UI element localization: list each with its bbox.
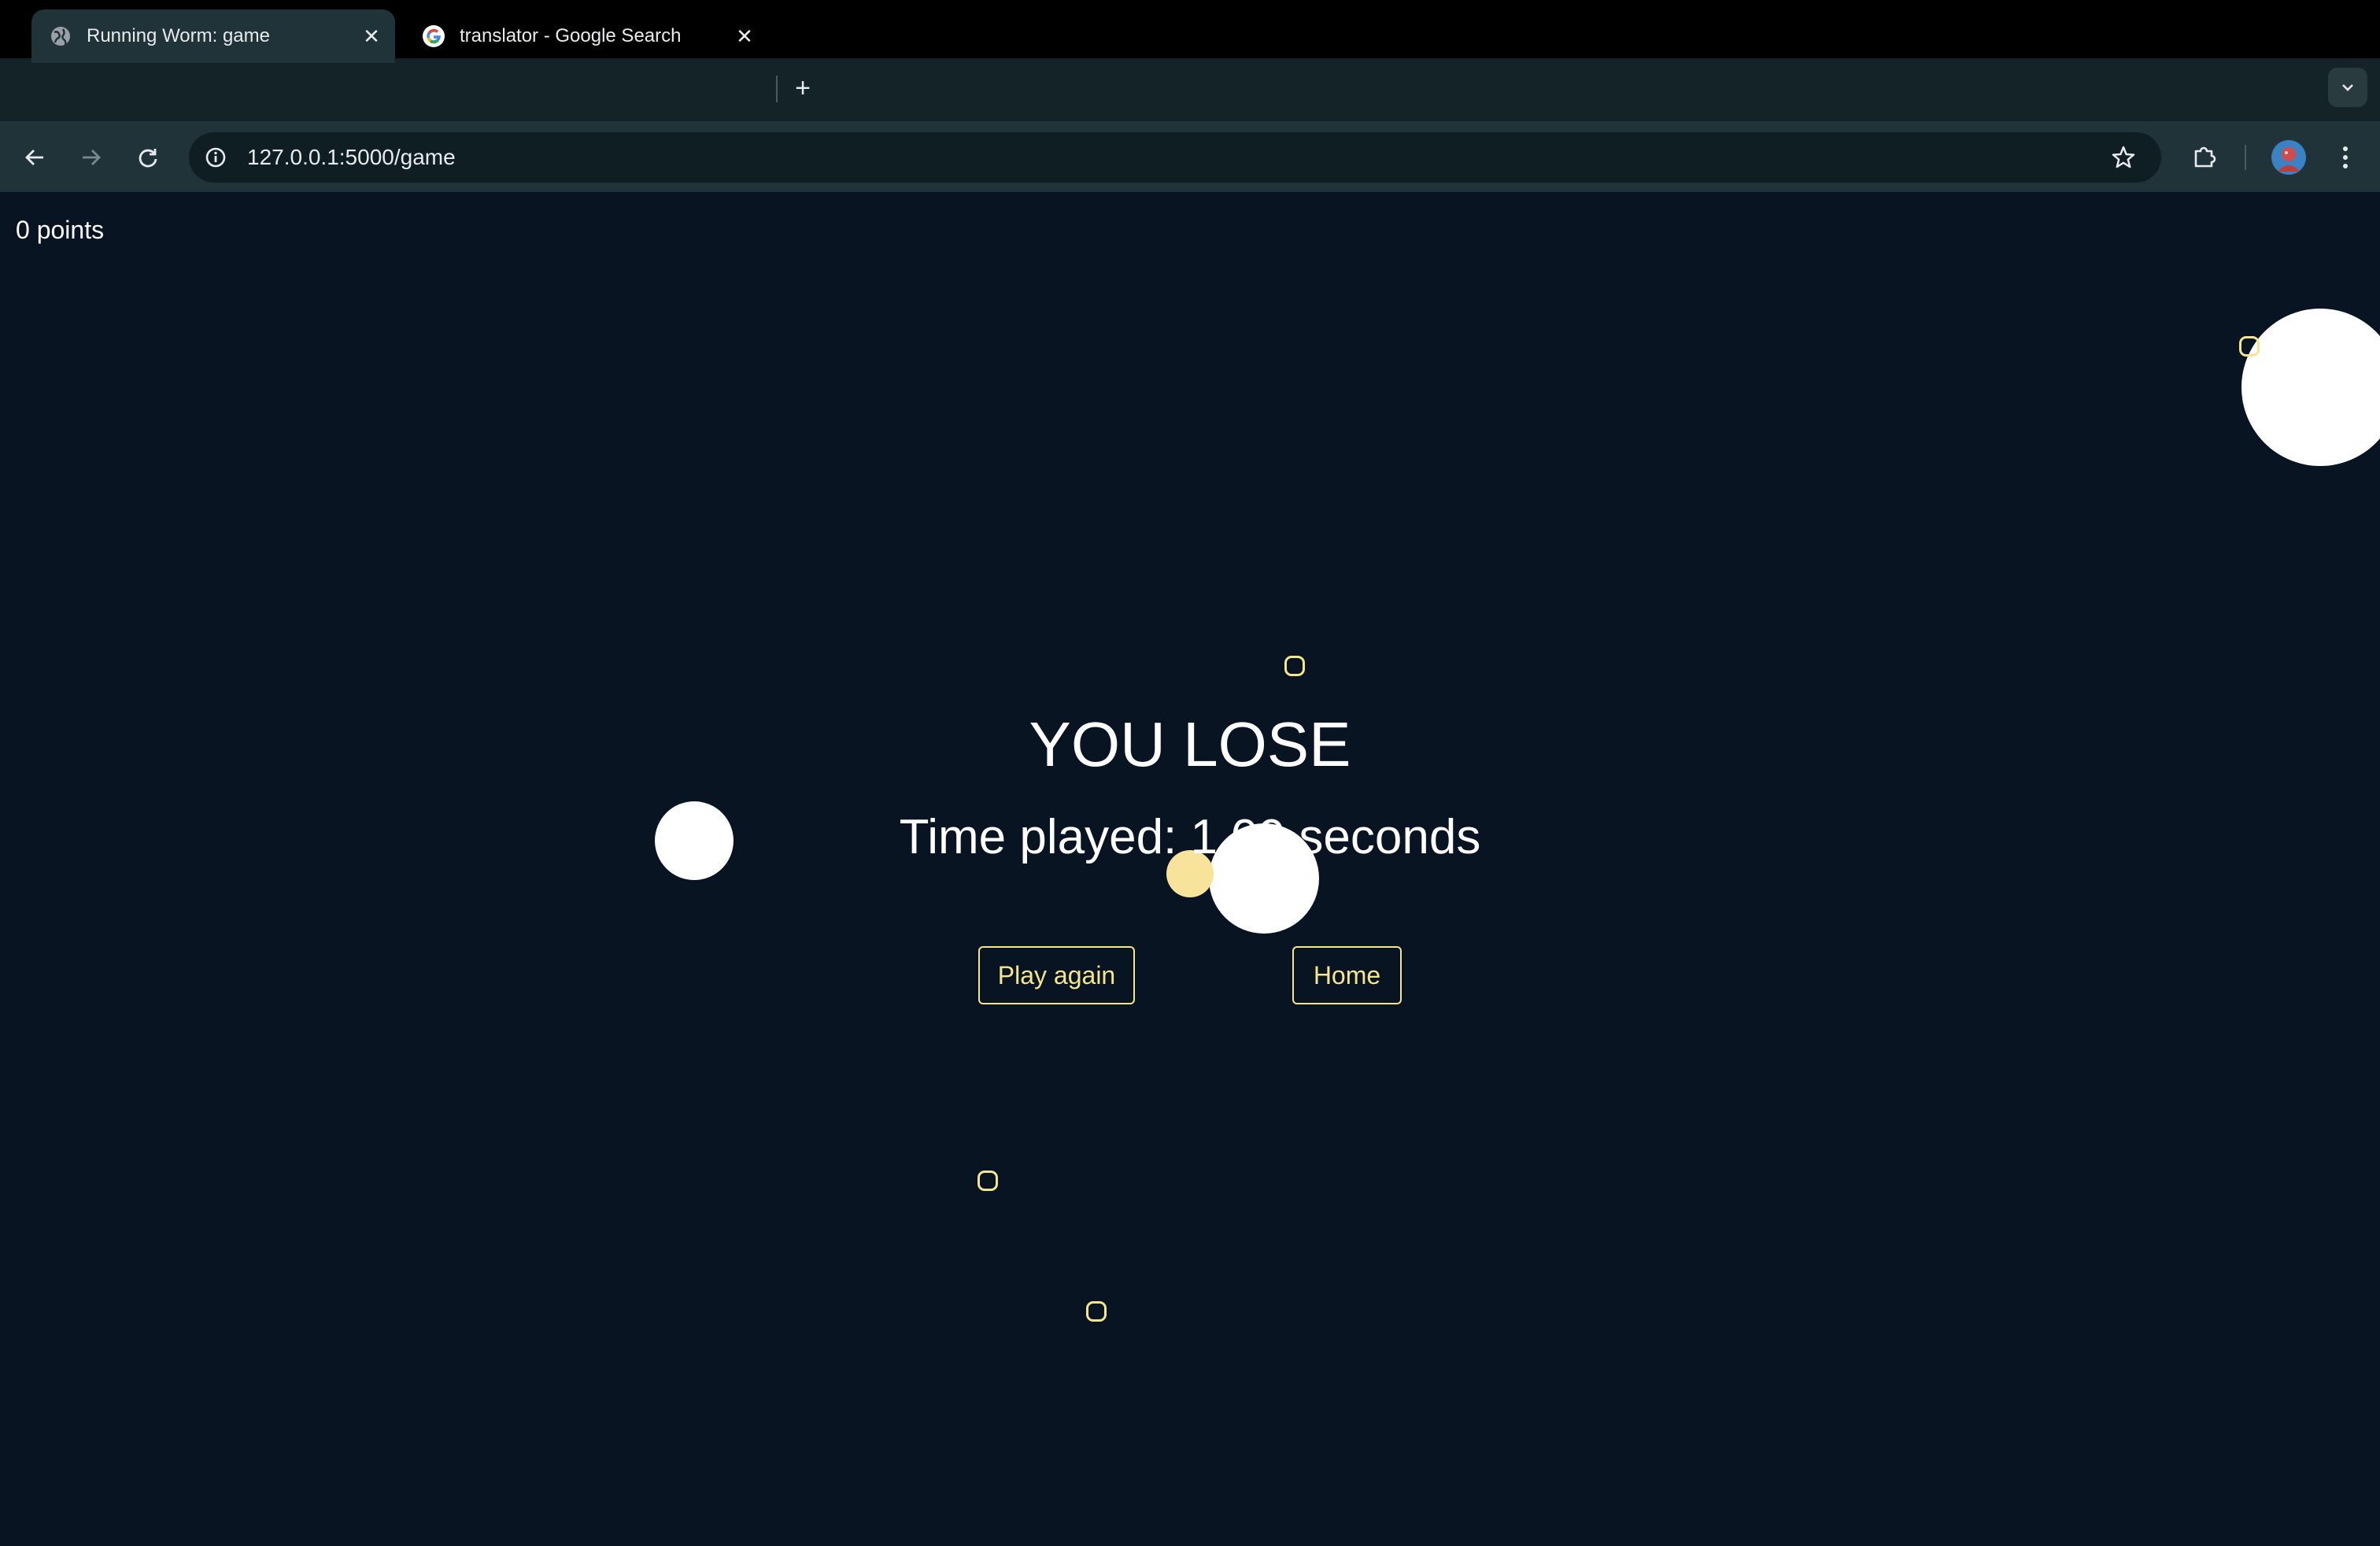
toolbar-divider [2245, 145, 2246, 170]
bookmark-star-icon[interactable] [2106, 140, 2141, 175]
tab-running-worm[interactable]: Running Worm: game ✕ [31, 9, 395, 63]
score-label: 0 points [16, 216, 105, 244]
tab-translator-search[interactable]: translator - Google Search ✕ [405, 9, 768, 63]
forward-arrow-icon[interactable] [74, 140, 109, 175]
profile-avatar[interactable] [2271, 140, 2306, 175]
game-page: 0 points YOU LOSE Time played: 1.09 seco… [0, 192, 2380, 1546]
home-button[interactable]: Home [1292, 946, 1402, 1004]
reload-icon[interactable] [131, 140, 165, 175]
food-pellet [1284, 656, 1305, 676]
food-pellet [2239, 336, 2260, 357]
tab-strip [0, 58, 2380, 121]
play-again-button[interactable]: Play again [978, 946, 1135, 1004]
tab-title: translator - Google Search [460, 25, 682, 46]
address-bar[interactable] [189, 132, 2161, 183]
url-text: 127.0.0.1:5000/game [247, 145, 456, 169]
time-played-text: Time played: 1.09 seconds [899, 810, 1481, 864]
tab-search-chevron-icon[interactable] [2328, 68, 2367, 107]
globe-icon [49, 24, 72, 48]
food-pellet [978, 1171, 998, 1191]
google-g-icon [422, 24, 445, 48]
tab-divider [776, 76, 778, 102]
new-tab-plus-icon[interactable]: + [787, 72, 819, 104]
enemy-ball [2241, 309, 2380, 466]
site-info-icon[interactable] [200, 142, 231, 173]
kebab-menu-icon[interactable] [2328, 140, 2363, 175]
game-over-title: YOU LOSE [1029, 709, 1351, 779]
close-icon[interactable]: ✕ [359, 24, 384, 49]
close-icon[interactable]: ✕ [732, 24, 757, 49]
extensions-puzzle-icon[interactable] [2186, 139, 2223, 175]
back-arrow-icon[interactable] [17, 140, 52, 175]
food-pellet [1086, 1301, 1107, 1322]
tab-title: Running Worm: game [87, 25, 270, 46]
